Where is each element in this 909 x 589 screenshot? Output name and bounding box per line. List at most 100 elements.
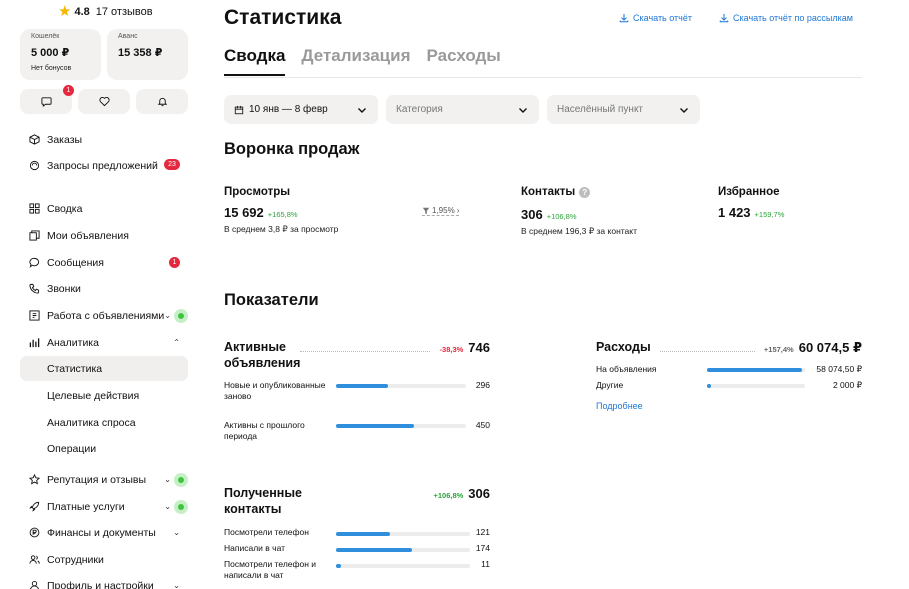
expenses-row-value: 2 000 ₽ — [832, 380, 862, 390]
finance-icon — [28, 527, 40, 539]
sidebar-item-operations[interactable]: Операции — [20, 436, 188, 461]
conversion-rate[interactable]: 1,95% › — [422, 206, 460, 216]
sidebar-item-finance[interactable]: Финансы и документы ⌄ — [20, 520, 188, 545]
sidebar-item-orders[interactable]: Заказы — [20, 127, 188, 152]
contacts-block-title: Полученные контакты — [224, 486, 302, 516]
advance-value: 15 358 ₽ — [118, 47, 163, 59]
active-ads-delta: -38,3% — [439, 345, 464, 354]
sidebar-item-label: Заказы — [47, 133, 83, 146]
dotted-leader — [660, 351, 755, 352]
sidebar-item-calls[interactable]: Звонки — [20, 276, 188, 301]
phone-icon — [28, 283, 40, 295]
active-row-label: Активны с прошлого периода — [224, 420, 305, 441]
chevron-down-icon: ⌄ — [173, 581, 180, 589]
heart-icon — [98, 96, 110, 107]
city-select[interactable]: Населённый пункт — [547, 95, 700, 124]
conversion-value: 1,95% — [432, 206, 455, 215]
rating-score: 4.8 — [74, 5, 90, 18]
sidebar-item-analytics[interactable]: Аналитика ⌃ — [20, 330, 188, 355]
expenses-row-bar — [707, 368, 805, 372]
download-report-label: Скачать отчёт — [633, 13, 692, 23]
contacts-sub: В среднем 196,3 ₽ за контакт — [521, 226, 637, 236]
active-ads-value: 746 — [468, 340, 490, 355]
notifications-button[interactable] — [136, 89, 188, 114]
offers-icon — [28, 160, 40, 172]
sidebar-item-paid-services[interactable]: Платные услуги ⌄ — [20, 494, 188, 519]
active-row-bar — [336, 384, 466, 388]
rating[interactable]: ★ 4.8 17 отзывов — [58, 4, 153, 19]
analytics-icon — [28, 337, 40, 349]
views-number: 15 692 — [224, 205, 264, 220]
chevron-down-icon — [680, 108, 688, 113]
tab-details[interactable]: Детализация — [301, 46, 410, 76]
sidebar-item-label: Операции — [47, 442, 97, 455]
favorites-number: 1 423 — [718, 205, 751, 220]
sidebar-item-my-ads[interactable]: Мои объявления — [20, 223, 188, 248]
advance-label: Аванс — [118, 33, 138, 40]
sidebar-item-label: Сообщения — [47, 256, 104, 269]
box-icon — [28, 134, 40, 146]
active-row-value: 296 — [475, 380, 490, 390]
contacts-row-fill — [336, 532, 390, 536]
sidebar-item-employees[interactable]: Сотрудники — [20, 547, 188, 572]
status-dot — [174, 499, 188, 514]
sidebar-item-label: Финансы и документы — [47, 526, 156, 539]
category-select[interactable]: Категория — [386, 95, 539, 124]
sidebar-item-offers[interactable]: Запросы предложений 23 — [20, 153, 188, 178]
sidebar-item-reputation[interactable]: Репутация и отзывы ⌄ — [20, 467, 188, 492]
sidebar-item-demand[interactable]: Аналитика спроса — [20, 410, 188, 435]
offers-badge: 23 — [164, 159, 180, 170]
favorites-button[interactable] — [78, 89, 130, 114]
contacts-row-bar — [336, 564, 470, 568]
sidebar-item-profile[interactable]: Профиль и настройки ⌄ — [20, 573, 188, 589]
chevron-down-icon: ⌄ — [164, 311, 171, 320]
tab-expenses[interactable]: Расходы — [427, 46, 501, 76]
tab-summary[interactable]: Сводка — [224, 46, 286, 76]
contacts-row-label: Написали в чат — [224, 543, 286, 553]
favorites-delta: +159,7% — [754, 210, 785, 219]
contacts-block-delta: +106,8% — [433, 491, 464, 500]
expenses-value: 60 074,5 ₽ — [798, 340, 862, 355]
download-mailing-label: Скачать отчёт по рассылкам — [733, 13, 853, 23]
sidebar-item-label: Сотрудники — [47, 553, 104, 566]
expenses-row-label: Другие — [596, 380, 624, 390]
ads-icon — [28, 230, 40, 242]
sidebar-item-summary[interactable]: Сводка — [20, 196, 188, 221]
calendar-icon — [234, 105, 244, 114]
contacts-row-bar — [336, 532, 470, 536]
chevron-down-icon: ⌄ — [164, 475, 171, 484]
messages-button[interactable]: 1 — [20, 85, 74, 114]
download-report-link[interactable]: Скачать отчёт — [619, 13, 692, 23]
contacts-label-wrap: Контакты ? — [521, 186, 591, 198]
sidebar-item-label: Запросы предложений — [47, 159, 158, 172]
advance-card[interactable]: Аванс 15 358 ₽ — [107, 29, 188, 80]
more-link[interactable]: Подробнее — [596, 401, 643, 411]
expenses-row-fill — [707, 384, 711, 388]
sidebar-item-ads-work[interactable]: Работа с объявлениями ⌄ — [20, 303, 188, 328]
chat-icon — [40, 97, 52, 107]
chevron-down-icon: ⌄ — [164, 502, 171, 511]
sidebar-item-target-actions[interactable]: Целевые действия — [20, 383, 188, 408]
wallet-value: 5 000 ₽ — [31, 47, 70, 59]
sidebar-item-label: Целевые действия — [47, 389, 140, 402]
active-row-bar — [336, 424, 466, 428]
contacts-label: Контакты — [521, 186, 576, 198]
chevron-up-icon: ⌃ — [173, 338, 180, 347]
download-mailing-report-link[interactable]: Скачать отчёт по рассылкам — [719, 13, 853, 23]
wallet-card[interactable]: Кошелёк 5 000 ₽ Нет бонусов — [20, 29, 101, 80]
tabs: Сводка Детализация Расходы — [224, 46, 501, 76]
help-icon[interactable]: ? — [579, 186, 591, 198]
active-ads-total: -38,3% 746 — [440, 340, 490, 355]
sidebar-item-label: Работа с объявлениями — [47, 309, 165, 322]
star-icon: ★ — [58, 3, 72, 20]
wallet-bonus: Нет бонусов — [31, 65, 72, 72]
sidebar-item-statistics[interactable]: Статистика — [20, 356, 188, 381]
chevron-down-icon: ⌄ — [173, 528, 180, 537]
sidebar-item-label: Профиль и настройки — [47, 579, 154, 589]
profile-icon — [28, 580, 40, 589]
expenses-row-bar — [707, 384, 805, 388]
sidebar-item-label: Репутация и отзывы — [47, 473, 147, 486]
status-dot — [174, 472, 188, 487]
sidebar-item-messages[interactable]: Сообщения 1 — [20, 250, 188, 275]
date-range-select[interactable]: 10 янв — 8 февр — [224, 95, 378, 124]
